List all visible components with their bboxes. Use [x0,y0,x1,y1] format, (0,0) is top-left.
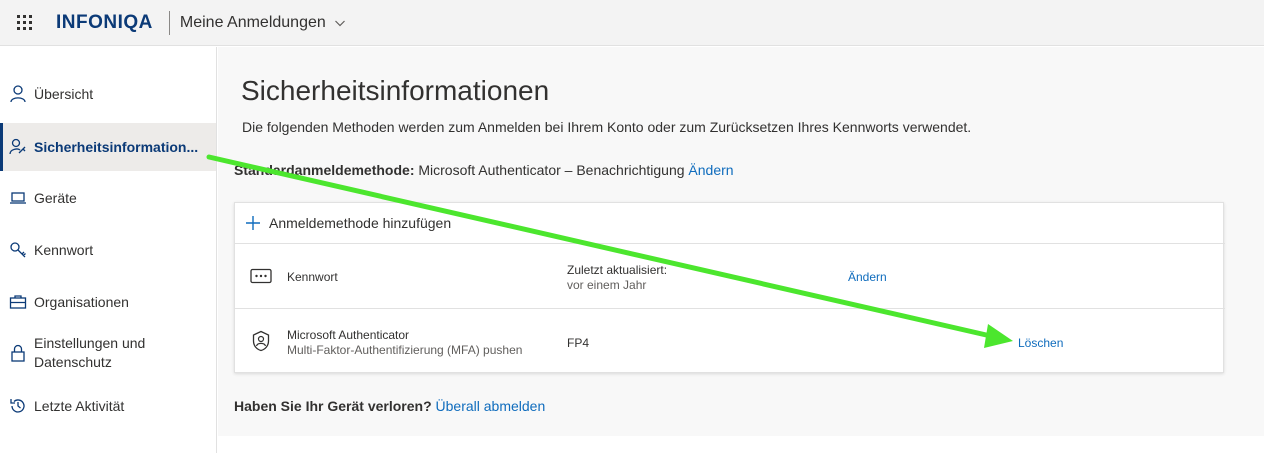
sidebar: Übersicht Sicherheitsinformation... Gerä… [0,47,217,453]
top-bar: INFONIQA Meine Anmeldungen [0,0,1264,46]
change-password-link[interactable]: Ändern [848,270,887,284]
page-title: Sicherheitsinformationen [241,75,550,106]
lost-device-section: Haben Sie Ihr Gerät verloren? Überall ab… [234,398,545,414]
sidebar-item-label: Organisationen [34,293,129,310]
sidebar-item-label: Letzte Aktivität [34,397,125,414]
sidebar-item-devices[interactable]: Geräte [0,179,216,217]
default-method-label: Standardanmeldemethode: [234,162,415,178]
sign-out-everywhere-link[interactable]: Überall abmelden [436,398,546,414]
person-icon [8,84,28,104]
method-subtitle: Multi-Faktor-Authentifizierung (MFA) pus… [287,343,523,357]
app-title: Meine Anmeldungen [179,13,326,31]
page-description: Die folgenden Methoden werden zum Anmeld… [242,119,972,135]
method-detail-label: Zuletzt aktualisiert: [567,263,668,277]
password-dots-icon [249,264,273,288]
laptop-icon [8,188,28,208]
sidebar-item-label: Kennwort [34,241,94,258]
method-info: Microsoft Authenticator Multi-Faktor-Aut… [287,328,522,358]
sidebar-item-settings-privacy[interactable]: Einstellungen und Datenschutz [0,331,216,375]
chevron-down-icon [334,20,345,26]
app-switcher[interactable]: Meine Anmeldungen [180,14,346,32]
change-default-method-link[interactable]: Ändern [688,162,733,178]
sidebar-item-overview[interactable]: Übersicht [0,75,216,113]
authenticator-icon [249,329,273,353]
delete-authenticator-link[interactable]: Löschen [1018,336,1063,350]
briefcase-icon [8,292,28,312]
main-content: Sicherheitsinformationen Die folgenden M… [218,47,1264,436]
header-divider [168,10,170,35]
key-icon [8,240,28,260]
method-detail-value: vor einem Jahr [567,278,647,292]
sidebar-item-label: Sicherheitsinformation... [34,138,199,155]
sidebar-item-security-info[interactable]: Sicherheitsinformation... [0,123,216,171]
sidebar-item-password[interactable]: Kennwort [0,231,216,269]
methods-card: Anmeldemethode hinzufügen Kennwort Zulet… [234,202,1225,373]
app-launcher-icon[interactable] [0,0,48,46]
default-method: Standardanmeldemethode: Microsoft Authen… [234,162,734,178]
add-method-label: Anmeldemethode hinzufügen [269,215,452,231]
company-logo[interactable]: INFONIQA [56,12,153,34]
person-key-icon [8,137,28,157]
lock-icon [8,343,28,363]
add-method-button[interactable]: Anmeldemethode hinzufügen [235,203,1225,244]
sidebar-item-label: Geräte [34,189,77,206]
method-detail: Zuletzt aktualisiert: vor einem Jahr [567,263,667,293]
lost-device-question: Haben Sie Ihr Gerät verloren? [234,398,432,414]
method-row-password: Kennwort Zuletzt aktualisiert: vor einem… [235,244,1225,309]
sidebar-item-organizations[interactable]: Organisationen [0,283,216,321]
default-method-value: Microsoft Authenticator – Benachrichtigu… [418,162,685,178]
method-row-authenticator: Microsoft Authenticator Multi-Faktor-Aut… [235,309,1225,373]
method-name: Kennwort [287,270,338,284]
history-icon [8,396,28,416]
sidebar-item-recent-activity[interactable]: Letzte Aktivität [0,387,216,425]
sidebar-item-label: Übersicht [34,85,94,102]
method-name: Microsoft Authenticator [287,328,410,342]
plus-icon [246,216,260,230]
method-detail-label: FP4 [567,336,590,350]
sidebar-item-label: Einstellungen und Datenschutz [34,335,146,370]
